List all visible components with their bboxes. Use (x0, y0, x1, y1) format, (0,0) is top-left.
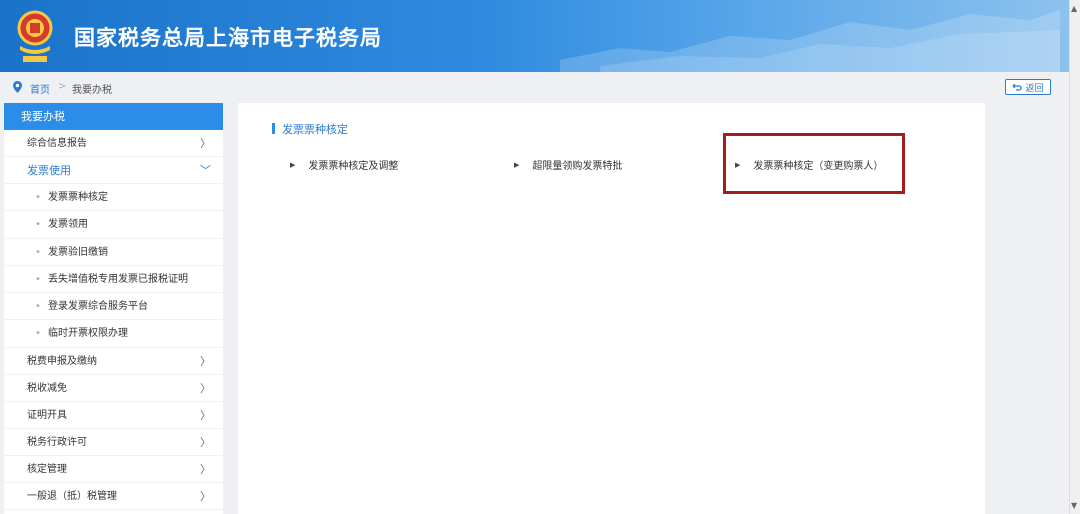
sidebar-item-assessment[interactable]: 核定管理〉 (4, 456, 223, 483)
back-button-label: 返回 (1025, 83, 1044, 94)
link-invoice-type-approval[interactable]: ▶ 发票票种核定及调整 (290, 157, 398, 173)
bullet-icon: • (35, 192, 41, 203)
chevron-right-icon: 〉 (200, 137, 211, 150)
site-header: 国家税务总局上海市电子税务局 (0, 0, 1080, 72)
sidebar-item-admin-license[interactable]: 税务行政许可〉 (4, 429, 223, 456)
chevron-right-icon: 〉 (200, 381, 211, 395)
triangle-bullet-icon: ▶ (290, 160, 296, 169)
back-button[interactable]: 返回 (1005, 79, 1051, 95)
scroll-up-icon[interactable]: ▲ (1071, 4, 1077, 13)
sidebar-subitem[interactable]: • 丢失增值税专用发票已报税证明 (4, 266, 223, 294)
great-wall-decoration (560, 10, 1060, 72)
section-marker (272, 123, 275, 134)
sidebar-subitem[interactable]: • 发票票种核定 (4, 184, 223, 212)
bullet-icon: • (35, 246, 41, 258)
sidebar-item-certificates[interactable]: 证明开具〉 (4, 402, 223, 429)
sidebar-item-invoice-use[interactable]: 发票使用 ﹀ (4, 157, 223, 184)
location-pin-icon (13, 81, 22, 93)
chevron-right-icon: 〉 (200, 354, 211, 368)
page-scrollbar[interactable]: ▲ ▼ (1069, 0, 1080, 514)
breadcrumb-home-link[interactable]: 首页 (30, 81, 50, 96)
highlight-box (723, 133, 905, 194)
sidebar-item-tax-relief[interactable]: 税收减免〉 (4, 375, 223, 402)
scroll-down-icon[interactable]: ▼ (1071, 501, 1077, 510)
back-arrow-icon (1012, 83, 1023, 91)
site-title: 国家税务总局上海市电子税务局 (74, 26, 382, 50)
section-title: 发票票种核定 (282, 123, 348, 136)
bullet-icon: • (35, 273, 41, 285)
bullet-icon: • (35, 301, 41, 313)
sidebar-item-tax-declaration[interactable]: 税费申报及缴纳〉 (4, 348, 223, 375)
chevron-right-icon: 〉 (200, 462, 211, 476)
breadcrumb: 首页 > 我要办税 返回 (0, 72, 1069, 102)
chevron-down-icon: ﹀ (200, 164, 211, 177)
sidebar-item-info-report[interactable]: 综合信息报告 〉 (4, 130, 223, 157)
link-over-limit-approval[interactable]: ▶ 超限量领购发票特批 (514, 157, 622, 173)
sidebar-header[interactable]: 我要办税 (4, 103, 223, 130)
sidebar-subitem[interactable]: • 发票领用 (4, 211, 223, 239)
sidebar-subitem[interactable]: • 临时开票权限办理 (4, 320, 223, 348)
sidebar-subitem[interactable]: • 发票验旧缴销 (4, 239, 223, 266)
breadcrumb-separator: > (58, 81, 67, 92)
sidebar-item-label: 综合信息报告 (27, 138, 87, 149)
triangle-bullet-icon: ▶ (514, 160, 520, 169)
chevron-right-icon: 〉 (200, 489, 211, 503)
chevron-right-icon: 〉 (200, 435, 211, 449)
breadcrumb-current: 我要办税 (72, 85, 112, 96)
sidebar-subitem[interactable]: • 登录发票综合服务平台 (4, 293, 223, 321)
bullet-icon: • (35, 328, 41, 340)
sidebar-item-refund[interactable]: 一般退（抵）税管理〉 (4, 483, 223, 510)
bullet-icon: • (35, 219, 41, 231)
tax-emblem-icon (17, 10, 53, 62)
sidebar: 我要办税 综合信息报告 〉 发票使用 ﹀ • 发票票种核定 • 发票领用 • 发票验旧… (4, 103, 223, 514)
sidebar-item-label: 发票使用 (27, 164, 71, 177)
chevron-right-icon: 〉 (200, 408, 211, 422)
